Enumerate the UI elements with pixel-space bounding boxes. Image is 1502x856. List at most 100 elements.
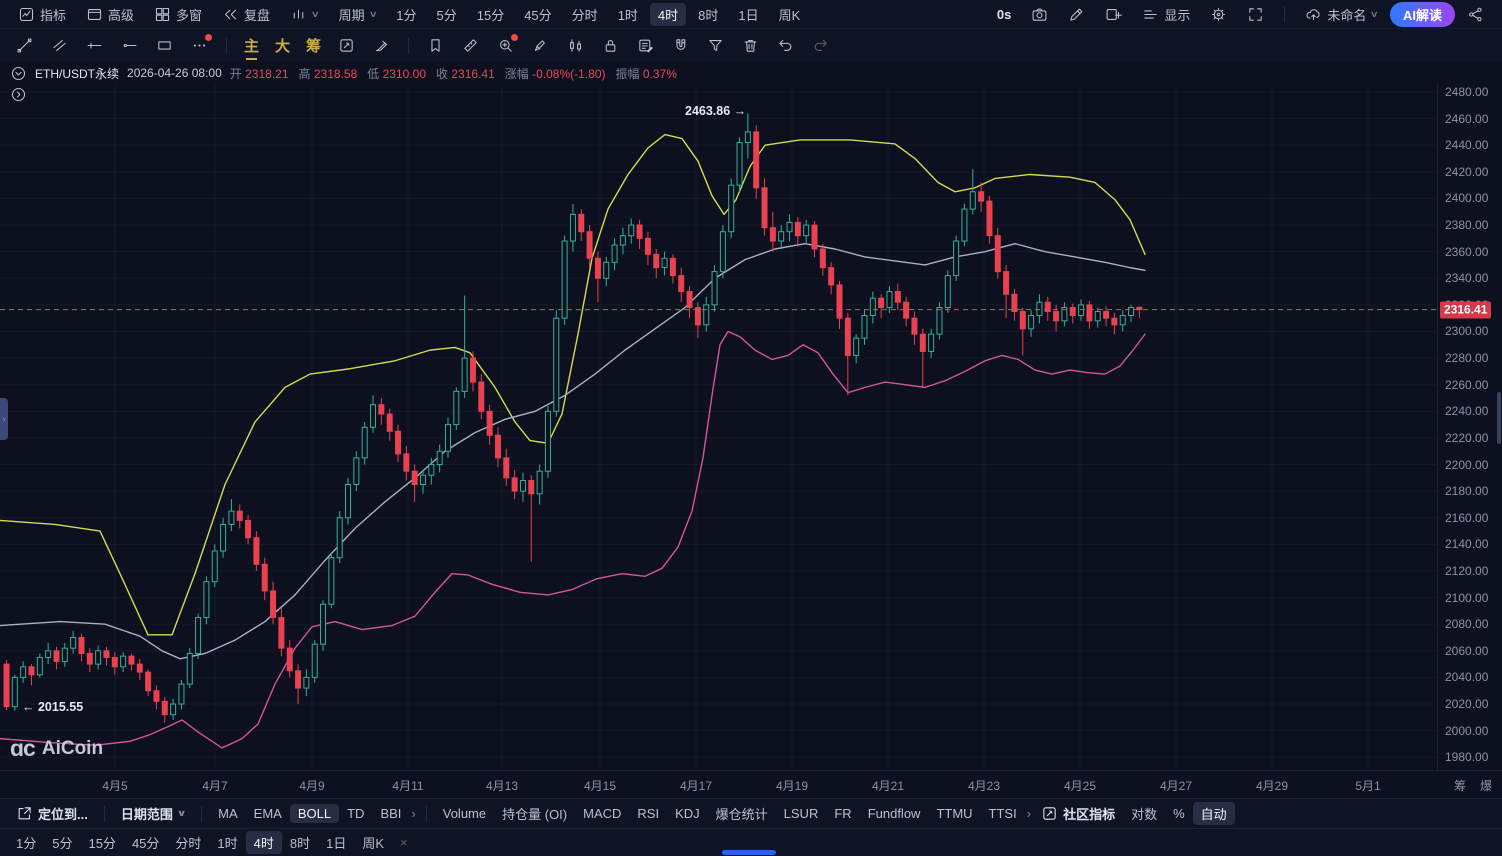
indicator-button[interactable]: 指标 — [10, 3, 74, 26]
left-panel-handle[interactable]: › — [0, 398, 8, 440]
tf-8h[interactable]: 8时 — [690, 3, 726, 26]
chart-style-select[interactable]: ∨ — [282, 4, 327, 25]
ai-analysis-button[interactable]: AI解读 — [1389, 1, 1455, 27]
bottom-scroll-handle[interactable] — [722, 850, 776, 855]
btf-15m[interactable]: 15分 — [80, 831, 123, 854]
btf-1h[interactable]: 1时 — [209, 831, 245, 854]
overlay-ema[interactable]: EMA — [246, 804, 290, 823]
sub-fundflow[interactable]: Fundflow — [860, 804, 929, 823]
main-chart-button[interactable]: 主 — [237, 33, 266, 60]
chart-area[interactable]: 2480.00 2460.00 2440.00 2420.00 2400.00 2380.… — [0, 84, 1502, 770]
countdown[interactable]: 0s — [989, 5, 1019, 24]
overlay-bbi[interactable]: BBI — [372, 804, 409, 823]
popout-button[interactable] — [1097, 4, 1130, 25]
chip-distribution-button[interactable]: 筹 — [299, 33, 328, 58]
template-button[interactable] — [330, 35, 363, 56]
delete-tool[interactable] — [734, 35, 767, 56]
filter-tool[interactable] — [699, 35, 732, 56]
btf-45m[interactable]: 45分 — [124, 831, 167, 854]
date-range-button[interactable]: 日期范围 ∨ — [113, 802, 193, 825]
scale-auto[interactable]: 自动 — [1192, 802, 1235, 825]
date-axis[interactable]: 筹爆 4月5 4月7 4月9 4月11 4月13 4月15 4月17 4月19 4月21 4月23… — [0, 770, 1502, 798]
period-select[interactable]: 周期 ∨ — [331, 3, 385, 26]
sub-open-interest[interactable]: 持仓量 (OI) — [494, 802, 575, 825]
magnet-tool[interactable] — [664, 35, 697, 56]
tf-5m-label: 5分 — [436, 7, 457, 23]
sub-fr[interactable]: FR — [826, 804, 859, 823]
symbol-name[interactable]: ETH/USDT永续 — [35, 65, 119, 82]
overlay-more[interactable]: › — [409, 804, 417, 823]
undo-button[interactable] — [769, 35, 802, 56]
tf-4h[interactable]: 4时 — [649, 2, 687, 26]
more-tools[interactable] — [183, 34, 216, 56]
redo-button[interactable] — [804, 35, 837, 56]
lock-tool[interactable] — [594, 35, 627, 56]
sub-ttsi[interactable]: TTSI — [981, 804, 1025, 823]
rectangle-tool[interactable] — [148, 35, 181, 56]
sub-liquidation-stats[interactable]: 爆仓统计 — [708, 802, 776, 825]
tf-45m[interactable]: 45分 — [516, 3, 559, 26]
locate-button[interactable]: 定位到... — [8, 802, 96, 825]
right-scrollbar-thumb[interactable] — [1497, 392, 1501, 444]
parallel-lines-tool[interactable] — [43, 35, 76, 56]
btf-1w[interactable]: 周K — [354, 831, 392, 854]
multi-window-button[interactable]: 多窗 — [146, 3, 210, 26]
order-note-tool[interactable] — [629, 35, 662, 56]
btf-fenshi[interactable]: 分时 — [167, 831, 209, 854]
advanced-button[interactable]: 高级 — [78, 3, 142, 26]
sub-volume[interactable]: Volume — [435, 804, 494, 823]
replay-button[interactable]: 复盘 — [214, 3, 278, 26]
btf-1m[interactable]: 1分 — [8, 831, 44, 854]
tf-5m[interactable]: 5分 — [429, 3, 465, 26]
sub-ttmu[interactable]: TTMU — [928, 804, 980, 823]
scale-percent[interactable]: % — [1165, 804, 1193, 823]
overlay-boll[interactable]: BOLL — [289, 804, 340, 823]
layout-select[interactable]: 未命名 ∨ — [1297, 3, 1386, 26]
divider — [103, 805, 105, 822]
tf-1w[interactable]: 周K — [771, 3, 809, 26]
measure-tool[interactable] — [454, 35, 487, 56]
axis-toggle-爆[interactable]: 爆 — [1480, 777, 1492, 794]
overlay-td[interactable]: TD — [339, 804, 372, 823]
sub-lsur[interactable]: LSUR — [776, 804, 827, 823]
sub-kdj[interactable]: KDJ — [667, 804, 708, 823]
overlay-ma[interactable]: MA — [210, 804, 246, 823]
bookmark-tool[interactable] — [419, 35, 452, 56]
tf-1h[interactable]: 1时 — [610, 3, 646, 26]
sub-more[interactable]: › — [1025, 804, 1033, 823]
btf-1d[interactable]: 1日 — [318, 831, 354, 854]
collapse-circle-icon[interactable] — [10, 65, 27, 82]
screenshot-button[interactable] — [1023, 4, 1056, 25]
settings-button[interactable] — [1202, 4, 1235, 25]
brush-tool[interactable] — [365, 35, 398, 56]
community-indicators-button[interactable]: 社区指标 — [1033, 802, 1123, 825]
btf-4h[interactable]: 4时 — [245, 831, 282, 854]
sub-rsi[interactable]: RSI — [629, 804, 667, 823]
field-label: 高 — [298, 66, 311, 81]
btf-8h[interactable]: 8时 — [282, 831, 318, 854]
close-tab-button[interactable]: × — [392, 833, 416, 852]
pen-tool[interactable] — [524, 35, 557, 56]
tf-15m[interactable]: 15分 — [469, 3, 512, 26]
tf-1d[interactable]: 1日 — [730, 3, 766, 26]
tf-1m[interactable]: 1分 — [388, 3, 424, 26]
ray-tool[interactable] — [113, 35, 146, 56]
display-button[interactable]: 显示 — [1134, 3, 1198, 26]
draw-edit-button[interactable] — [1060, 4, 1093, 25]
share-button[interactable] — [1459, 4, 1492, 25]
fullscreen-button[interactable] — [1239, 4, 1272, 25]
scale-log[interactable]: 对数 — [1123, 802, 1165, 825]
candlestick-chart[interactable] — [0, 84, 1437, 770]
sub-macd[interactable]: MACD — [575, 804, 629, 823]
trendline-tool[interactable] — [8, 35, 41, 56]
btf-5m[interactable]: 5分 — [44, 831, 80, 854]
tf-fenshi[interactable]: 分时 — [564, 3, 606, 26]
expand-panel-icon[interactable] — [10, 86, 27, 103]
enlarge-chart-button[interactable]: 大 — [268, 33, 297, 58]
axis-extra-toggles[interactable]: 筹爆 — [1454, 777, 1492, 794]
horizontal-line-tool[interactable] — [78, 35, 111, 56]
zoom-in-tool[interactable] — [489, 34, 522, 56]
price-axis[interactable]: 2480.00 2460.00 2440.00 2420.00 2400.00 2380.… — [1437, 84, 1502, 770]
compare-tool[interactable] — [559, 35, 592, 56]
axis-toggle-筹[interactable]: 筹 — [1454, 777, 1466, 794]
